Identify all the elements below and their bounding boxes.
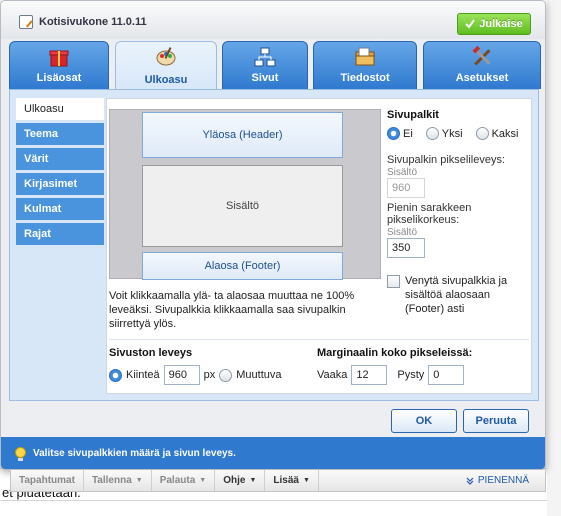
min-height-label: Pienin sarakkeen pikselikorkeus:	[387, 202, 472, 226]
site-width-section: Sivuston leveys Kiinteä 960 px Muuttuva	[109, 347, 309, 385]
lightbulb-icon	[15, 447, 26, 461]
tab-label: Asetukset	[455, 72, 509, 84]
toolbar-label: Tapahtumat	[19, 475, 75, 486]
margin-vertical-label: Pysty	[397, 369, 425, 381]
settings-panel: Ulkoasu Teema Värit Kirjasimet Kulmat Ra…	[9, 89, 539, 401]
dropdown-arrow-icon: ▼	[199, 477, 207, 484]
background-divider	[0, 500, 561, 501]
sidebar-radio-label: Ei	[403, 127, 413, 140]
toolbar-tallenna[interactable]: Tallenna ▼	[84, 470, 152, 491]
sidebar-radio-label: Yksi	[441, 127, 463, 140]
tab-label: Lisäosat	[36, 72, 82, 84]
dropdown-arrow-icon: ▼	[302, 477, 310, 484]
tab-label: Tiedostot	[340, 72, 390, 84]
tab-sivut[interactable]: Sivut	[222, 41, 308, 89]
tools-icon	[471, 45, 493, 68]
margin-vertical-input[interactable]: 0	[428, 365, 465, 385]
margin-fields: Vaaka 12 Pysty 0	[317, 365, 531, 385]
title-bar: Kotisivukone 11.0.11 Julkaise	[1, 1, 545, 39]
sidebar-settings: Sivupalkit Ei Yksi Kaksi Sivupalkin piks…	[387, 109, 527, 316]
preview-hint: Voit klikkaamalla ylä- ta alaosaa muutta…	[109, 290, 355, 330]
status-bar: Valitse sivupalkkien määrä ja sivun leve…	[1, 437, 545, 469]
toolbar-label: Palauta	[159, 475, 196, 486]
dropdown-arrow-icon: ▼	[249, 477, 257, 484]
sidebar-item-rajat[interactable]: Rajat	[16, 223, 104, 245]
minimize-icon	[466, 477, 474, 485]
toolbar-label: Ohje	[223, 475, 246, 486]
tab-label: Ulkoasu	[144, 74, 188, 86]
sidebar-width-sublabel: Sisältö	[387, 167, 418, 178]
minimize-button[interactable]: PIENENNÄ	[458, 470, 545, 491]
margin-horizontal-input[interactable]: 12	[351, 365, 388, 385]
site-width-input[interactable]: 960	[163, 365, 200, 385]
publish-button[interactable]: Julkaise	[457, 13, 531, 35]
tab-asetukset[interactable]: Asetukset	[423, 41, 541, 89]
sidebars-title: Sivupalkit	[387, 109, 439, 121]
app-window: Kotisivukone 11.0.11 Julkaise Lisäosat U…	[0, 0, 546, 470]
sidebar-item-kirjasimet[interactable]: Kirjasimet	[16, 173, 104, 195]
toolbar-label: Tallenna	[91, 475, 132, 486]
minimize-label: PIENENNÄ	[477, 475, 529, 486]
site-width-title: Sivuston leveys	[109, 347, 193, 359]
status-message: Valitse sivupalkkien määrä ja sivun leve…	[33, 448, 236, 459]
stretch-label: Venytä sivupalkkia ja sisältöä alaosaan …	[405, 275, 508, 315]
cancel-button[interactable]: Peruuta	[463, 409, 529, 433]
sidebar-item-teema[interactable]: Teema	[16, 123, 104, 145]
min-height-sublabel: Sisältö	[387, 227, 418, 238]
site-width-variable-radio[interactable]	[219, 368, 233, 382]
toolbar-tapahtumat[interactable]: Tapahtumat	[11, 470, 84, 491]
sidebar-radio-ei[interactable]	[387, 127, 400, 140]
palette-icon	[155, 46, 177, 68]
preview-header[interactable]: Yläosa (Header)	[142, 112, 343, 158]
tab-lisaosat[interactable]: Lisäosat	[9, 41, 109, 89]
site-width-variable-label: Muuttuva	[236, 369, 282, 381]
checkmark-icon	[465, 19, 476, 29]
layout-sidebar: Ulkoasu Teema Värit Kirjasimet Kulmat Ra…	[16, 98, 104, 248]
tab-tiedostot[interactable]: Tiedostot	[313, 41, 417, 89]
site-width-options: Kiinteä 960 px Muuttuva	[109, 365, 309, 385]
files-icon	[354, 46, 376, 68]
stretch-option: Venytä sivupalkkia ja sisältöä alaosaan …	[387, 274, 527, 316]
sidebar-count-options: Ei Yksi Kaksi	[387, 127, 527, 140]
sidebar-item-kulmat[interactable]: Kulmat	[16, 198, 104, 220]
margin-title: Marginaalin koko pikseleissä:	[317, 347, 473, 359]
background-scroll-area	[547, 0, 561, 516]
min-height-input[interactable]: 350	[387, 238, 425, 258]
sidebar-width-input[interactable]: 960	[387, 178, 425, 198]
main-tabs: Lisäosat Ulkoasu Sivut Tiedostot Asetuks…	[9, 39, 545, 91]
sidebar-radio-kaksi[interactable]	[475, 127, 489, 140]
window-title: Kotisivukone 11.0.11	[39, 16, 147, 28]
site-width-fixed-radio[interactable]	[109, 368, 122, 382]
sidebar-item-ulkoasu[interactable]: Ulkoasu	[16, 98, 104, 120]
site-width-fixed-label: Kiinteä	[126, 369, 160, 381]
sitemap-icon	[254, 46, 276, 68]
preview-footer[interactable]: Alaosa (Footer)	[142, 252, 343, 280]
dropdown-arrow-icon: ▼	[135, 477, 143, 484]
layout-content: Yläosa (Header) Sisältö Alaosa (Footer) …	[106, 98, 532, 394]
tab-ulkoasu[interactable]: Ulkoasu	[115, 41, 217, 91]
sidebar-item-varit[interactable]: Värit	[16, 148, 104, 170]
bottom-toolbar: Tapahtumat Tallenna ▼ Palauta ▼ Ohje ▼ L…	[10, 470, 546, 492]
toolbar-palauta[interactable]: Palauta ▼	[152, 470, 216, 491]
toolbar-ohje[interactable]: Ohje ▼	[215, 470, 266, 491]
toolbar-label: Lisää	[273, 475, 299, 486]
margin-section: Marginaalin koko pikseleissä: Vaaka 12 P…	[317, 347, 531, 385]
margin-horizontal-label: Vaaka	[317, 369, 348, 381]
sidebar-radio-label: Kaksi	[491, 127, 519, 140]
toolbar-lisaa[interactable]: Lisää ▼	[265, 470, 319, 491]
gift-icon	[48, 46, 70, 68]
preview-content[interactable]: Sisältö	[142, 165, 343, 247]
tab-label: Sivut	[251, 72, 279, 84]
section-divider	[109, 339, 529, 340]
sidebar-radio-yksi[interactable]	[425, 127, 439, 140]
sidebar-width-label: Sivupalkin pikselileveys:	[387, 154, 505, 166]
app-logo-icon	[19, 15, 33, 29]
ok-button[interactable]: OK	[391, 409, 457, 433]
stretch-checkbox[interactable]	[387, 275, 400, 288]
layout-preview: Yläosa (Header) Sisältö Alaosa (Footer)	[109, 109, 381, 280]
site-width-unit: px	[203, 369, 216, 381]
publish-label: Julkaise	[479, 18, 523, 30]
